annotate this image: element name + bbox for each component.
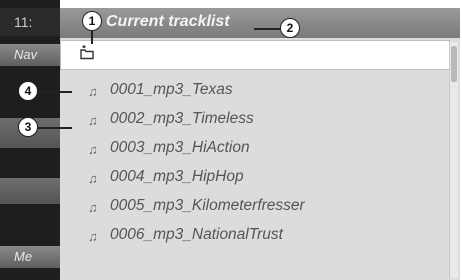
music-note-icon: ♫ [88,200,98,215]
callout-leader [91,30,93,44]
music-note-icon: ♫ [88,171,98,186]
callout-leader [36,91,72,93]
callout-4: 4 [18,81,38,101]
track-name: 0001_mp3_Texas [110,81,233,98]
background-menu-item[interactable] [0,178,60,204]
track-name: 0005_mp3_Kilometerfresser [110,197,305,214]
track-item[interactable]: ♫ 0003_mp3_HiAction [60,136,452,165]
nav-menu-item[interactable]: Nav [0,44,60,66]
music-note-icon: ♫ [88,229,98,244]
panel-title: Current tracklist [106,13,230,30]
background-screen: 11: Nav Me [0,0,60,280]
folder-up-row[interactable] [60,40,450,70]
scrollbar[interactable] [449,42,458,278]
callout-leader [254,28,280,30]
media-menu-item[interactable]: Me [0,246,60,268]
callout-3: 3 [18,117,38,137]
clock-display: 11: [0,8,60,36]
track-name: 0003_mp3_HiAction [110,139,250,156]
scroll-thumb[interactable] [451,46,457,82]
music-note-icon: ♫ [88,142,98,157]
folder-up-icon[interactable] [79,44,95,64]
title-bar: Current tracklist [60,8,460,38]
callout-leader [36,127,72,129]
music-note-icon: ♫ [88,84,98,99]
track-name: 0002_mp3_Timeless [110,110,254,127]
track-name: 0006_mp3_NationalTrust [110,226,283,243]
track-item[interactable]: ♫ 0001_mp3_Texas [60,78,452,107]
track-list: ♫ 0001_mp3_Texas ♫ 0002_mp3_Timeless ♫ 0… [60,78,452,252]
track-item[interactable]: ♫ 0002_mp3_Timeless [60,107,452,136]
tracklist-panel: Current tracklist ♫ 0001_mp3_Texas ♫ 000… [60,8,460,280]
track-item[interactable]: ♫ 0006_mp3_NationalTrust [60,223,452,252]
callout-1: 1 [82,11,102,31]
music-note-icon: ♫ [88,113,98,128]
track-name: 0004_mp3_HipHop [110,168,244,185]
track-item[interactable]: ♫ 0005_mp3_Kilometerfresser [60,194,452,223]
callout-2: 2 [280,18,300,38]
track-item[interactable]: ♫ 0004_mp3_HipHop [60,165,452,194]
screen: 11: Nav Me Current tracklist ♫ 0001_mp3_… [0,0,462,280]
